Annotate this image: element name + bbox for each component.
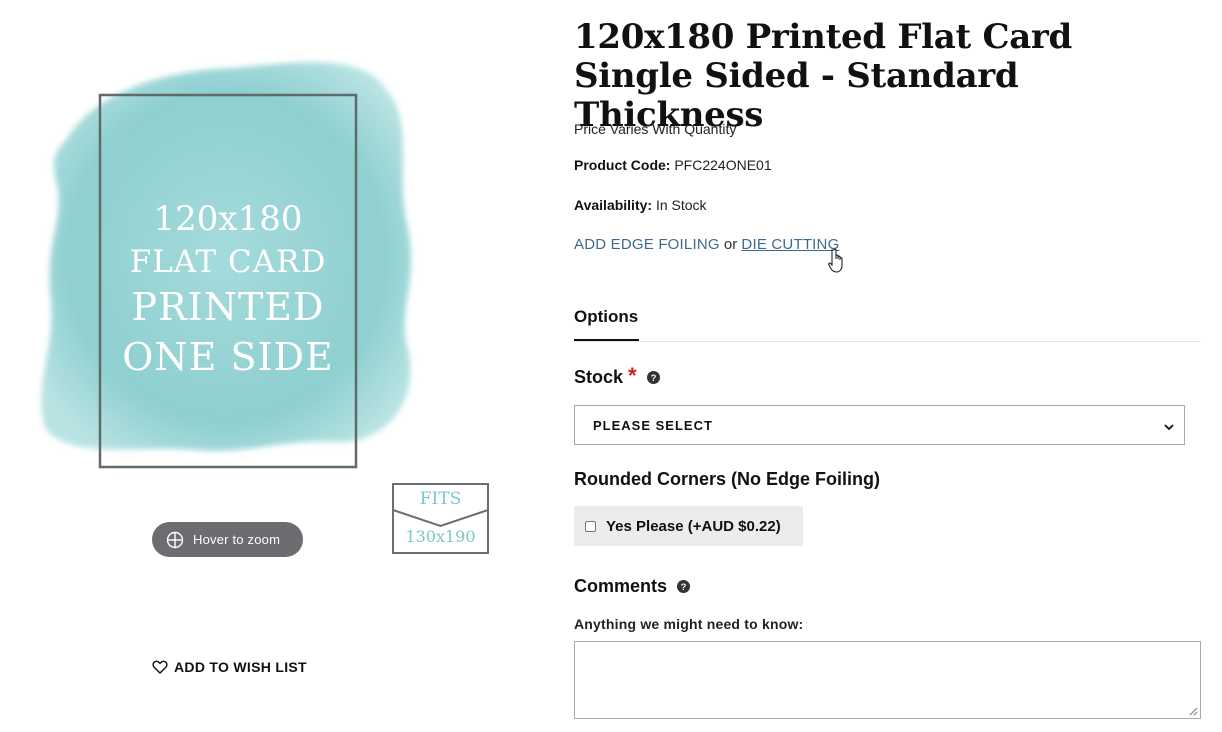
addon-links: ADD EDGE FOILING or DIE CUTTING: [574, 236, 839, 253]
product-code-value: PFC224ONE01: [674, 157, 772, 173]
svg-text:PRINTED: PRINTED: [132, 285, 325, 329]
comments-label: Comments: [574, 576, 668, 596]
svg-text:?: ?: [650, 373, 656, 384]
rounded-corners-checkbox[interactable]: [585, 520, 596, 532]
availability-label: Availability:: [574, 197, 653, 213]
product-image-art: 120x180 FLAT CARD PRINTED ONE SIDE: [41, 62, 411, 469]
crosshair-globe-icon: [166, 531, 184, 549]
stock-select[interactable]: PLEASE SELECT: [574, 405, 1185, 445]
product-code-row: Product Code: PFC224ONE01: [574, 157, 772, 173]
or-text: or: [723, 236, 738, 253]
tab-options[interactable]: Options: [574, 307, 640, 341]
svg-text:ONE SIDE: ONE SIDE: [122, 335, 333, 379]
comments-hint: Anything we might need to know:: [574, 616, 804, 632]
svg-text:FLAT CARD: FLAT CARD: [130, 244, 327, 280]
resize-grip-icon[interactable]: [1189, 707, 1198, 716]
product-code-label: Product Code:: [574, 157, 671, 173]
stock-label-row: Stock * ?: [574, 362, 660, 388]
stock-selected-value: PLEASE SELECT: [593, 417, 713, 433]
fits-label: FITS: [420, 489, 462, 509]
rounded-corners-option[interactable]: Yes Please (+AUD $0.22): [574, 506, 803, 546]
price-note: Price Varies With Quantity: [574, 121, 737, 137]
hover-to-zoom-button[interactable]: Hover to zoom: [152, 522, 303, 557]
image-text: 120x180 FLAT CARD PRINTED ONE SIDE: [122, 199, 333, 379]
fits-envelope-badge[interactable]: FITS 130x190: [391, 482, 490, 555]
help-icon[interactable]: ?: [677, 580, 691, 593]
required-marker: *: [628, 362, 637, 388]
fits-size: 130x190: [405, 527, 475, 546]
comments-textarea[interactable]: [574, 641, 1201, 719]
comments-label-row: Comments ?: [574, 576, 691, 597]
hand-cursor-icon: [826, 248, 846, 274]
help-icon[interactable]: ?: [646, 371, 660, 384]
die-cutting-link[interactable]: DIE CUTTING: [741, 236, 839, 253]
zoom-label: Hover to zoom: [193, 532, 281, 547]
rounded-corners-checkbox-label: Yes Please (+AUD $0.22): [606, 517, 781, 535]
svg-text:120x180: 120x180: [154, 199, 303, 239]
add-to-wishlist-link[interactable]: ADD TO WISH LIST: [152, 656, 307, 678]
product-title: 120x180 Printed Flat Card Single Sided -…: [574, 17, 1073, 135]
chevron-down-icon: [1164, 420, 1174, 431]
stock-label: Stock: [574, 367, 624, 387]
add-edge-foiling-link[interactable]: ADD EDGE FOILING: [574, 236, 720, 253]
availability-row: Availability: In Stock: [574, 197, 707, 213]
svg-text:?: ?: [681, 582, 687, 593]
wishlist-label: ADD TO WISH LIST: [174, 659, 307, 675]
product-image[interactable]: 120x180 FLAT CARD PRINTED ONE SIDE: [36, 50, 420, 480]
availability-value: In Stock: [655, 197, 707, 213]
rounded-corners-label: Rounded Corners (No Edge Foiling): [574, 469, 880, 489]
options-tab-bar: Options: [574, 307, 1201, 342]
heart-icon: [152, 659, 168, 675]
